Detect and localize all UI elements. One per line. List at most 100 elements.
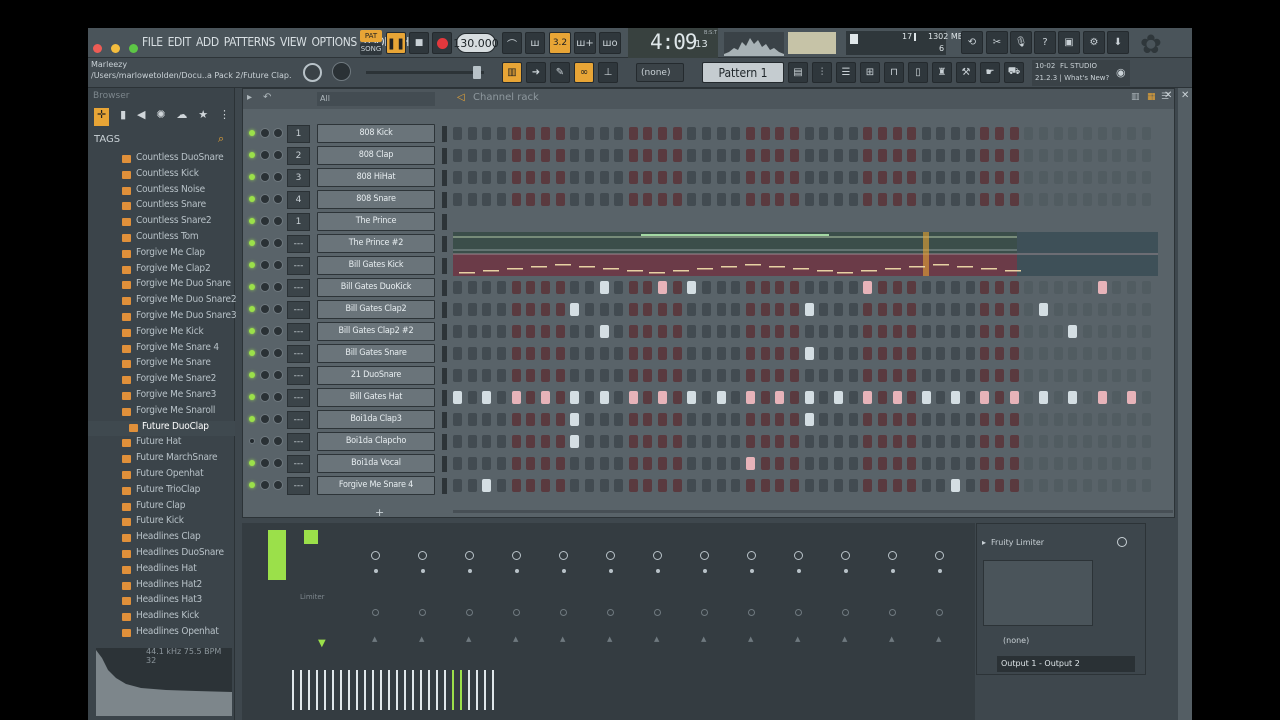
step-button[interactable] <box>1068 347 1078 360</box>
step-button[interactable] <box>936 457 946 470</box>
step-button[interactable] <box>892 325 902 338</box>
step-button[interactable] <box>687 193 697 206</box>
wait-input-button[interactable]: ш <box>525 32 545 54</box>
channel-name-button[interactable]: Bill Gates Hat <box>317 388 435 407</box>
step-button[interactable] <box>877 413 887 426</box>
step-button[interactable] <box>921 347 931 360</box>
plugin-picker-button[interactable]: ▯ <box>908 62 928 83</box>
step-button[interactable] <box>614 171 624 184</box>
step-button[interactable] <box>467 303 477 316</box>
step-button[interactable] <box>746 193 755 206</box>
step-button[interactable] <box>540 281 550 294</box>
step-button[interactable] <box>921 457 931 470</box>
step-button[interactable] <box>570 457 580 470</box>
step-button[interactable] <box>965 303 975 316</box>
step-button[interactable] <box>1126 149 1136 162</box>
step-button[interactable] <box>731 281 741 294</box>
step-button[interactable] <box>907 149 917 162</box>
step-button[interactable] <box>1126 127 1136 140</box>
step-button[interactable] <box>643 193 653 206</box>
step-button[interactable] <box>1039 171 1048 184</box>
step-button[interactable] <box>965 457 975 470</box>
time-display[interactable]: 4:09 13 B:S:T <box>628 28 718 58</box>
step-button[interactable] <box>1141 347 1151 360</box>
step-button[interactable] <box>921 391 931 404</box>
send-knob-icon[interactable] <box>936 609 943 616</box>
channel-select-bar[interactable] <box>442 236 447 252</box>
menu-options[interactable]: OPTIONS <box>311 35 357 49</box>
step-button[interactable] <box>819 369 829 382</box>
playlist-button[interactable]: ▤ <box>788 62 808 83</box>
step-button[interactable] <box>511 325 521 338</box>
step-button[interactable] <box>848 171 858 184</box>
step-button[interactable] <box>482 457 492 470</box>
step-button[interactable] <box>936 413 946 426</box>
mixer-track-strip[interactable]: ▲ <box>830 531 870 681</box>
step-button[interactable] <box>555 171 565 184</box>
channel-volume-knob[interactable] <box>273 260 283 270</box>
step-button[interactable] <box>584 149 594 162</box>
step-button[interactable] <box>760 413 770 426</box>
channel-select-bar[interactable] <box>442 148 447 164</box>
step-button[interactable] <box>980 369 990 382</box>
send-knob-icon[interactable] <box>466 609 473 616</box>
step-button[interactable] <box>833 149 843 162</box>
arrow-tool-button[interactable]: ➜ <box>526 62 546 83</box>
step-button[interactable] <box>995 193 1005 206</box>
step-button[interactable] <box>1097 325 1107 338</box>
step-button[interactable] <box>672 281 682 294</box>
step-button[interactable] <box>526 127 536 140</box>
step-button[interactable] <box>921 479 931 492</box>
step-button[interactable] <box>614 479 624 492</box>
step-button[interactable] <box>1039 369 1048 382</box>
mixer-track-strip[interactable]: ▲ <box>783 531 823 681</box>
step-button[interactable] <box>746 325 755 338</box>
track-led[interactable] <box>656 569 660 573</box>
route-arrow-icon[interactable]: ▲ <box>607 635 612 643</box>
step-button[interactable] <box>789 457 799 470</box>
step-button[interactable] <box>570 171 580 184</box>
step-button[interactable] <box>995 435 1005 448</box>
mixer-track-strip[interactable]: ▲ <box>360 531 400 681</box>
step-button[interactable] <box>716 479 726 492</box>
browser-file-item[interactable]: Forgive Me Clap2 <box>88 263 235 279</box>
step-button[interactable] <box>540 347 550 360</box>
step-button[interactable] <box>804 479 814 492</box>
step-button[interactable] <box>570 369 580 382</box>
channel-select-bar[interactable] <box>442 214 447 230</box>
step-button[interactable] <box>1082 171 1092 184</box>
step-button[interactable] <box>892 347 902 360</box>
step-button[interactable] <box>540 127 550 140</box>
step-button[interactable] <box>1097 413 1107 426</box>
plugin-button[interactable]: ♜ <box>932 62 952 83</box>
export-button[interactable]: ⬇ <box>1107 31 1129 54</box>
step-button[interactable] <box>863 479 873 492</box>
eq-display[interactable] <box>983 560 1093 626</box>
step-button[interactable] <box>526 435 536 448</box>
step-button[interactable] <box>1141 149 1151 162</box>
step-button[interactable] <box>1112 413 1122 426</box>
fx-faders[interactable] <box>1095 560 1141 626</box>
step-button[interactable] <box>1009 193 1019 206</box>
step-button[interactable] <box>1009 435 1019 448</box>
step-button[interactable] <box>907 281 917 294</box>
step-button[interactable] <box>599 127 609 140</box>
undo-icon[interactable]: ↶ <box>263 92 271 103</box>
channel-mixer-track[interactable]: --- <box>287 279 310 297</box>
step-button[interactable] <box>658 479 668 492</box>
channel-pan-knob[interactable] <box>260 216 270 226</box>
step-button[interactable] <box>1097 369 1107 382</box>
step-button[interactable] <box>687 435 697 448</box>
channel-mute-led[interactable] <box>249 416 255 422</box>
step-button[interactable] <box>672 391 682 404</box>
step-button[interactable] <box>760 391 770 404</box>
step-button[interactable] <box>1068 413 1078 426</box>
step-button[interactable] <box>453 149 462 162</box>
channel-pan-knob[interactable] <box>260 172 270 182</box>
step-button[interactable] <box>1024 303 1034 316</box>
step-button[interactable] <box>453 347 462 360</box>
step-button[interactable] <box>833 391 843 404</box>
mixer-track-strip[interactable]: ▲ <box>877 531 917 681</box>
step-button[interactable] <box>1039 325 1048 338</box>
step-button[interactable] <box>599 479 609 492</box>
